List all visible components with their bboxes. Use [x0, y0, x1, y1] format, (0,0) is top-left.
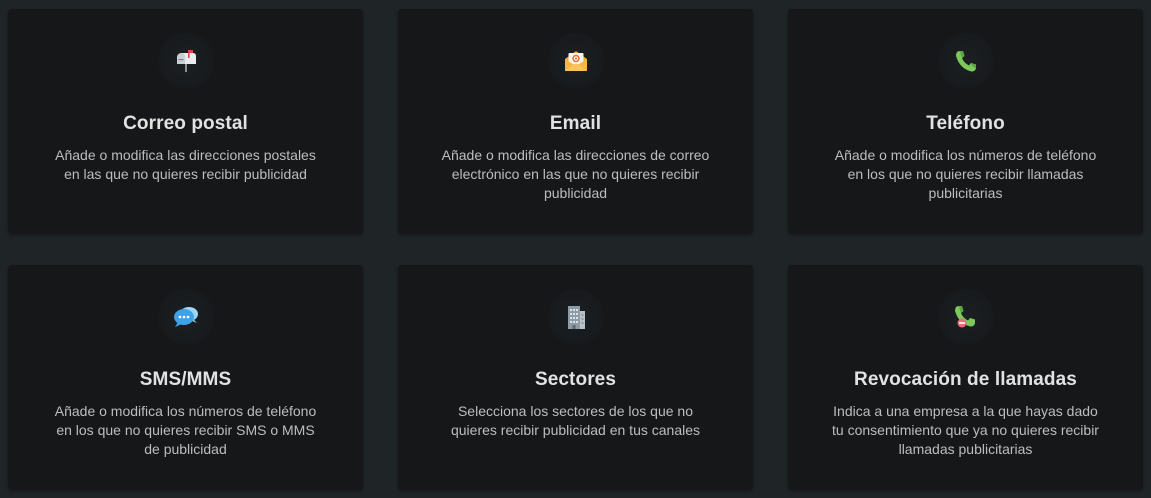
card-title: Sectores	[534, 369, 617, 390]
card-sectores[interactable]: Sectores Selecciona los sectores de los …	[398, 265, 753, 490]
card-title: Teléfono	[926, 113, 1005, 134]
icon-circle	[547, 289, 604, 345]
phone-revoke-icon	[954, 306, 975, 328]
card-title: Revocación de llamadas	[854, 369, 1077, 390]
icon-circle	[937, 289, 994, 345]
mailbox-icon	[176, 50, 196, 72]
phone-icon	[955, 51, 976, 72]
icon-circle	[157, 289, 214, 345]
card-email[interactable]: Email Añade o modifica las direcciones d…	[398, 9, 753, 234]
card-title: SMS/MMS	[139, 369, 232, 390]
card-correo-postal[interactable]: Correo postal Añade o modifica las direc…	[8, 9, 363, 234]
card-title: Correo postal	[123, 113, 248, 134]
icon-circle	[547, 33, 604, 89]
card-description: Añade o modifica las direcciones de corr…	[441, 147, 710, 201]
email-icon	[564, 51, 587, 71]
options-grid: Correo postal Añade o modifica las direc…	[0, 0, 1151, 498]
icon-circle	[157, 33, 214, 89]
building-icon	[567, 306, 585, 329]
card-description: Añade o modifica los números de teléfono…	[834, 147, 1097, 201]
card-description: Añade o modifica los números de teléfono…	[54, 403, 317, 457]
card-telefono[interactable]: Teléfono Añade o modifica los números de…	[788, 9, 1143, 234]
card-description: Añade o modifica las direcciones postale…	[55, 147, 316, 182]
card-revocacion-llamadas[interactable]: Revocación de llamadas Indica a una empr…	[788, 265, 1143, 490]
card-description: Selecciona los sectores de los que no qu…	[450, 403, 701, 438]
card-sms-mms[interactable]: SMS/MMS Añade o modifica los números de …	[8, 265, 363, 490]
card-description: Indica a una empresa a la que hayas dado…	[832, 403, 1099, 457]
icon-circle	[937, 33, 994, 89]
card-title: Email	[549, 113, 602, 134]
chat-bubbles-icon	[173, 307, 198, 327]
